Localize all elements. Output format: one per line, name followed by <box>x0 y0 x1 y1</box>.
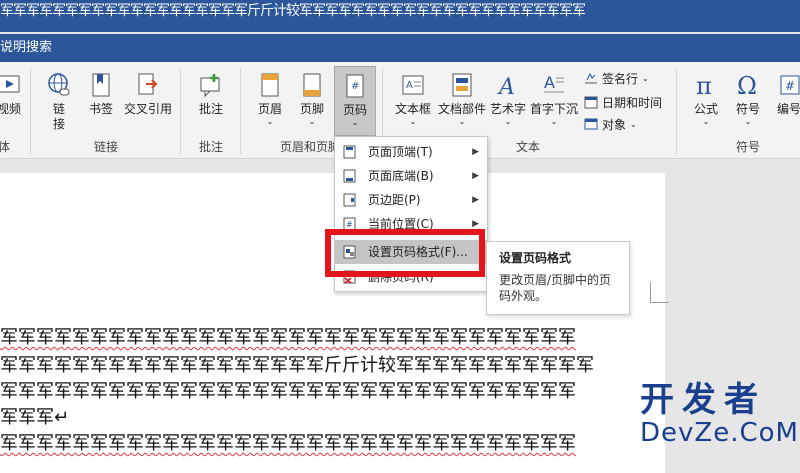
tell-me-label: 说明搜索 <box>0 40 53 55</box>
tooltip-description: 更改页眉/页脚中的页码外观。 <box>499 273 612 303</box>
header-icon <box>261 73 279 97</box>
footer-icon <box>303 73 321 97</box>
text-line[interactable]: 军军军军军军军军军军军军军军军军军军斤斤计较军军军军军军军军军军军 <box>0 351 594 377</box>
group-label-media: 体 <box>0 140 11 154</box>
document-page[interactable]: 军军军军军军军军军军军军军军军军军军军军军军军军军军军军军军军军 军军军军军军军… <box>0 173 665 473</box>
group-separator <box>676 68 677 154</box>
text-line[interactable]: 军军军军军军军军军军军军军军军军军军军军军军军军军军军军军军军军 <box>0 429 576 455</box>
svg-text:#: # <box>351 81 359 92</box>
cross-reference-icon <box>138 73 158 95</box>
omega-icon: Ω <box>737 72 757 98</box>
group-label-text: 文本 <box>516 140 541 154</box>
video-icon <box>0 75 20 93</box>
menu-item-bottom-of-page[interactable]: 页面底端(B) ▶ <box>335 164 487 188</box>
page-number-button[interactable]: # 页码 ⌄ <box>334 66 376 136</box>
page-top-icon <box>343 145 356 159</box>
bookmark-icon <box>92 73 110 97</box>
wordart-button[interactable]: A 艺术字 ⌄ <box>488 66 528 126</box>
signature-line-button[interactable]: 签名行 ⌄ <box>584 68 649 88</box>
quick-parts-button[interactable]: 文档部件 ⌄ <box>437 66 487 126</box>
group-label-links: 链接 <box>94 140 119 154</box>
group-separator <box>180 68 181 154</box>
symbol-button[interactable]: Ω 符号 ⌄ <box>730 66 766 126</box>
drop-cap-button[interactable]: A 首字下沉 ⌄ <box>528 66 580 126</box>
textbox-icon: A <box>402 75 424 95</box>
highlight-box <box>325 229 485 277</box>
svg-text:A: A <box>406 80 413 91</box>
quick-parts-icon <box>452 73 472 97</box>
text-line[interactable]: 军军军↵ <box>0 403 69 429</box>
calendar-icon <box>584 96 598 109</box>
object-icon <box>584 118 598 130</box>
group-label-comments: 批注 <box>199 140 224 154</box>
watermark-logo-chinese: 开发者 <box>640 380 766 420</box>
group-label-header-footer: 页眉和页脚 <box>280 140 341 154</box>
svg-text:π: π <box>696 72 712 98</box>
page-bottom-icon <box>343 169 356 183</box>
svg-text:A: A <box>544 73 555 92</box>
site-watermark: 开发者 DevZe.CoM <box>640 382 800 448</box>
menu-item-top-of-page[interactable]: 页面顶端(T) ▶ <box>335 140 487 164</box>
comment-icon <box>200 74 220 98</box>
svg-text:A: A <box>497 75 515 98</box>
group-label-symbols: 符号 <box>736 140 761 154</box>
text-line[interactable]: 军军军军军军军军军军军军军军军军军军军军军军军军军军军军军军军军 <box>0 377 576 403</box>
tooltip-title: 设置页码格式 <box>499 251 572 265</box>
object-button[interactable]: 对象 ⌄ <box>584 114 637 134</box>
link-button[interactable]: 链 接 <box>44 66 74 132</box>
header-button[interactable]: 页眉 ⌄ <box>253 66 287 126</box>
cross-reference-button[interactable]: 交叉引用 <box>122 66 174 117</box>
wordart-icon: A <box>497 75 515 98</box>
textbox-button[interactable]: A 文本框 ⌄ <box>392 66 434 126</box>
group-separator <box>30 68 31 154</box>
tooltip-format-page-numbers: 设置页码格式 更改页眉/页脚中的页码外观。 <box>486 241 630 315</box>
equation-button[interactable]: π 公式 ⌄ <box>688 66 724 126</box>
svg-text:#: # <box>346 220 353 229</box>
watermark-logo-latin: DevZe.CoM <box>640 418 799 448</box>
svg-text:Ω: Ω <box>737 72 757 98</box>
group-separator <box>240 68 241 154</box>
footer-button[interactable]: 页脚 ⌄ <box>295 66 329 126</box>
bookmark-button[interactable]: 书签 <box>86 66 116 117</box>
number-button[interactable]: # 编号 <box>774 66 800 117</box>
page-number-icon: # <box>346 74 364 98</box>
date-time-button[interactable]: 日期和时间 <box>584 92 662 112</box>
signature-icon <box>585 72 597 84</box>
comment-button[interactable]: 批注 <box>194 66 228 117</box>
number-icon: # <box>780 75 800 95</box>
tell-me-bar[interactable]: 说明搜索 <box>0 34 800 62</box>
text-boundary-mark <box>650 282 669 303</box>
drop-cap-icon: A <box>544 73 564 93</box>
video-button[interactable]: 视频 <box>0 66 24 117</box>
svg-text:#: # <box>785 79 795 93</box>
window-title: 军军军军军军军军军军军军军军军军军军军斤斤计较军军军军军军军军军军军军军军军军军… <box>0 3 586 19</box>
pi-icon: π <box>696 72 712 98</box>
page-margin-icon <box>343 193 356 207</box>
globe-link-icon <box>48 73 70 96</box>
title-bar: 军军军军军军军军军军军军军军军军军军军斤斤计较军军军军军军军军军军军军军军军军军… <box>0 0 800 32</box>
menu-item-page-margins[interactable]: 页边距(P) ▶ <box>335 188 487 212</box>
text-line[interactable]: 军军军军军军军军军军军军军军军军军军军军军军军军军军军军军军军军 <box>0 323 576 349</box>
